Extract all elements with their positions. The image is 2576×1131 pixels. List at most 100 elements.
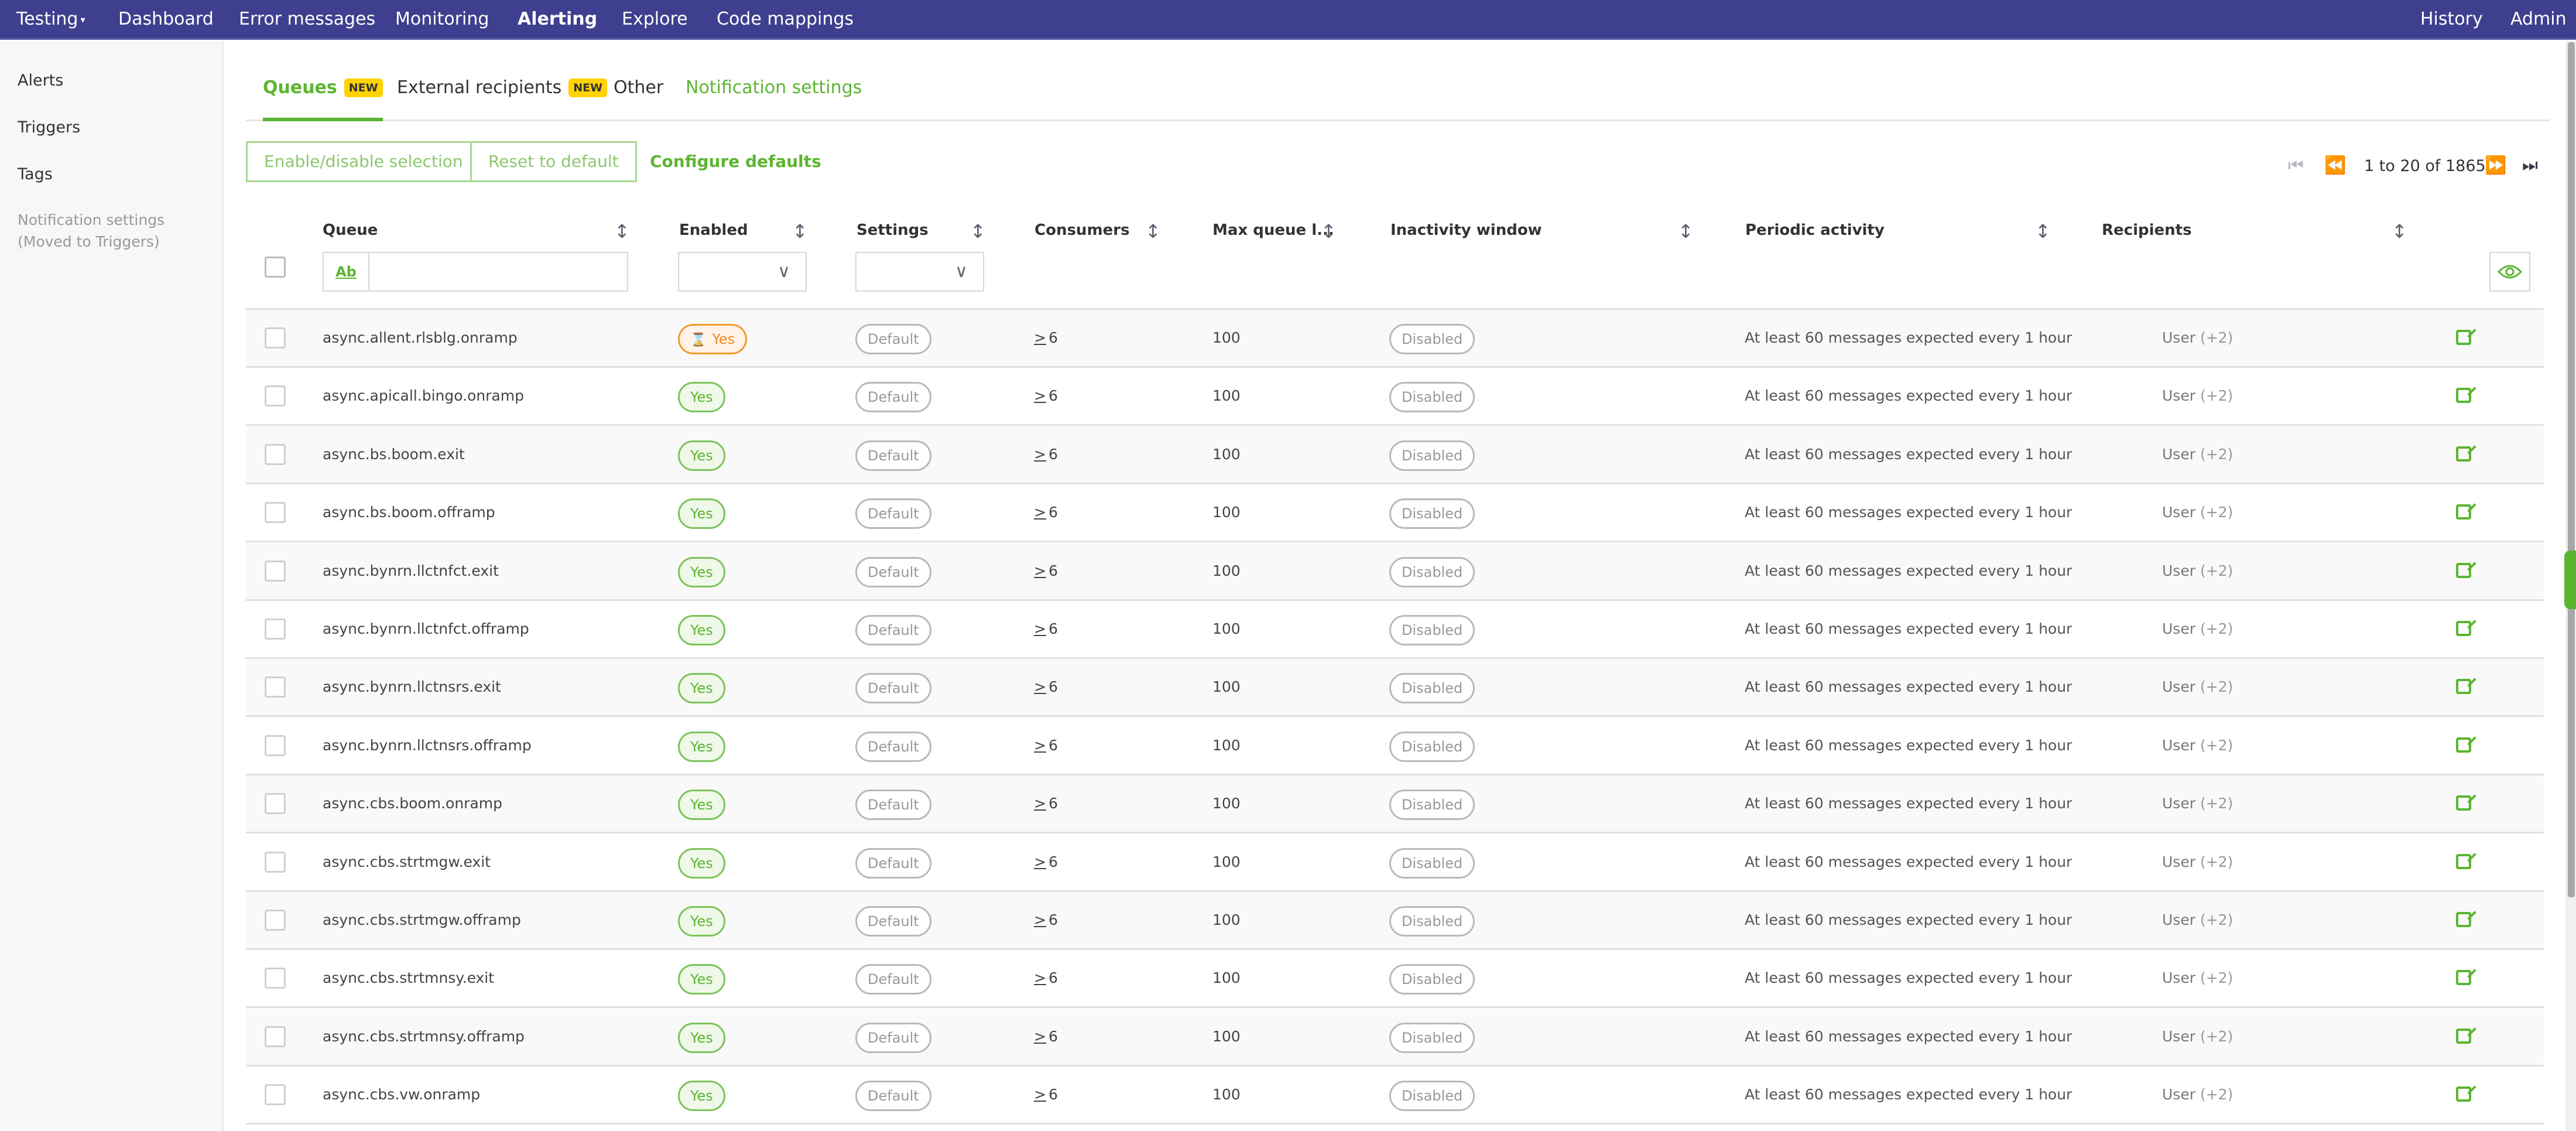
row-checkbox[interactable] (265, 676, 286, 698)
enable-disable-selection-button[interactable]: Enable/disable selection (246, 141, 481, 182)
recipients-value[interactable]: User (+2) (2162, 426, 2233, 483)
enabled-filter-dropdown[interactable]: ∨ (678, 252, 807, 292)
recipients-value[interactable]: User (+2) (2162, 601, 2233, 657)
first-page-icon[interactable]: ⏮ (2288, 155, 2304, 176)
sort-icon[interactable]: ↕ (1678, 220, 1694, 242)
nav-history[interactable]: History (2420, 0, 2483, 40)
queue-name[interactable]: async.bynrn.llctnfct.offramp (323, 601, 529, 657)
recipients-value[interactable]: User (+2) (2162, 543, 2233, 599)
recipients-value[interactable]: User (+2) (2162, 1067, 2233, 1123)
nav-code-mappings[interactable]: Code mappings (717, 0, 854, 40)
reset-to-default-button[interactable]: Reset to default (470, 141, 637, 182)
enabled-status-pill[interactable]: Yes (678, 615, 725, 645)
enabled-status-pill[interactable]: Yes (678, 731, 725, 762)
sort-icon[interactable]: ↕ (1145, 220, 1161, 242)
row-checkbox[interactable] (265, 734, 286, 756)
recipients-value[interactable]: User (+2) (2162, 717, 2233, 774)
inactivity-window-pill[interactable]: Disabled (1389, 615, 1475, 645)
inactivity-window-pill[interactable]: Disabled (1389, 1081, 1475, 1112)
queue-name[interactable]: async.apicall.bingo.onramp (323, 368, 524, 424)
recipients-value[interactable]: User (+2) (2162, 310, 2233, 366)
nav-dashboard[interactable]: Dashboard (118, 0, 214, 40)
enabled-status-pill[interactable]: Yes (678, 906, 725, 937)
sidebar-item-notification-settings[interactable]: Notification settings (Moved to Triggers… (18, 209, 165, 252)
inactivity-window-pill[interactable]: Disabled (1389, 440, 1475, 471)
enabled-status-pill[interactable]: Yes (678, 848, 725, 879)
sidebar-item-tags[interactable]: Tags (18, 165, 53, 183)
edit-icon[interactable] (2456, 1086, 2471, 1102)
recipients-value[interactable]: User (+2) (2162, 484, 2233, 541)
match-case-icon[interactable]: Ab (324, 253, 369, 291)
enabled-status-pill[interactable]: Yes (678, 440, 725, 471)
queue-name[interactable]: async.cbs.vw.onramp (323, 1067, 480, 1123)
settings-filter-dropdown[interactable]: ∨ (855, 252, 984, 292)
enabled-status-pill[interactable]: Yes (678, 498, 725, 529)
edit-icon[interactable] (2456, 562, 2471, 578)
row-checkbox[interactable] (265, 1084, 286, 1106)
inactivity-window-pill[interactable]: Disabled (1389, 790, 1475, 821)
queue-name[interactable]: async.bs.boom.exit (323, 426, 465, 483)
settings-pill[interactable]: Default (855, 440, 931, 471)
table-row[interactable]: async.apicall.bingo.onramp Yes Default >6 10… (246, 368, 2544, 426)
recipients-value[interactable]: User (+2) (2162, 950, 2233, 1006)
row-checkbox[interactable] (265, 443, 286, 465)
queue-name[interactable]: async.cbs.strtmgw.exit (323, 834, 491, 890)
edit-icon[interactable] (2456, 388, 2471, 404)
tab-other[interactable]: Other (614, 77, 663, 121)
queue-name[interactable]: async.cbs.boom.onramp (323, 775, 502, 832)
table-row[interactable]: async.cbs.strtmnsy.exit Yes Default >6 100 Di… (246, 950, 2544, 1009)
nav-error-messages[interactable]: Error messages (239, 0, 375, 40)
sort-icon[interactable]: ↕ (1321, 220, 1337, 242)
sort-icon[interactable]: ↕ (2035, 220, 2051, 242)
queue-name[interactable]: async.bynrn.llctnsrs.offramp (323, 717, 532, 774)
sort-icon[interactable]: ↕ (792, 220, 808, 242)
recipients-value[interactable]: User (+2) (2162, 892, 2233, 948)
table-row[interactable]: async.allent.rlsblg.onramp ⌛ Yes Default >6 1… (246, 310, 2544, 368)
queue-name[interactable]: async.bynrn.llctnsrs.exit (323, 659, 501, 715)
enabled-status-pill[interactable]: ⌛ Yes (678, 324, 748, 354)
column-header-periodic-activity[interactable]: Periodic activity (1745, 221, 1885, 239)
table-row[interactable]: async.bynrn.llctnsrs.exit Yes Default >6 100… (246, 659, 2544, 717)
column-header-inactivity-window[interactable]: Inactivity window (1390, 221, 1542, 239)
row-checkbox[interactable] (265, 327, 286, 348)
row-checkbox[interactable] (265, 793, 286, 815)
configure-defaults-button[interactable]: Configure defaults (650, 141, 821, 182)
recipients-value[interactable]: User (+2) (2162, 368, 2233, 424)
settings-pill[interactable]: Default (855, 906, 931, 937)
edit-icon[interactable] (2456, 970, 2471, 986)
table-row[interactable]: async.cbs.vw.onramp Yes Default >6 100 Disabl… (246, 1067, 2544, 1125)
inactivity-window-pill[interactable]: Disabled (1389, 556, 1475, 587)
feedback-side-tab[interactable] (2564, 551, 2576, 609)
column-header-recipients[interactable]: Recipients (2102, 221, 2192, 239)
edit-icon[interactable] (2456, 1028, 2471, 1044)
inactivity-window-pill[interactable]: Disabled (1389, 324, 1475, 354)
previous-page-icon[interactable]: ⏪ (2324, 155, 2346, 176)
table-row[interactable]: async.cbs.strtmgw.offramp Yes Default >6 100… (246, 892, 2544, 950)
edit-icon[interactable] (2456, 330, 2471, 345)
nav-alerting[interactable]: Alerting (518, 0, 597, 40)
scrollbar-thumb[interactable] (2568, 42, 2575, 897)
queue-name[interactable]: async.cbs.strtmnsy.offramp (323, 1009, 525, 1065)
column-header-max-queue-length[interactable]: Max queue l... (1212, 221, 1334, 239)
table-row[interactable]: async.bs.boom.offramp Yes Default >6 100 Disa… (246, 484, 2544, 543)
inactivity-window-pill[interactable]: Disabled (1389, 1022, 1475, 1053)
queue-name[interactable]: async.cbs.strtmgw.offramp (323, 892, 521, 948)
tab-external-recipients[interactable]: External recipients NEW (397, 77, 608, 121)
edit-icon[interactable] (2456, 621, 2471, 636)
select-all-checkbox[interactable] (265, 257, 286, 278)
enabled-status-pill[interactable]: Yes (678, 1081, 725, 1112)
sort-icon[interactable]: ↕ (614, 220, 630, 242)
settings-pill[interactable]: Default (855, 673, 931, 704)
edit-icon[interactable] (2456, 853, 2471, 869)
inactivity-window-pill[interactable]: Disabled (1389, 906, 1475, 937)
settings-pill[interactable]: Default (855, 790, 931, 821)
inactivity-window-pill[interactable]: Disabled (1389, 498, 1475, 529)
inactivity-window-pill[interactable]: Disabled (1389, 964, 1475, 995)
project-selector[interactable]: Testing ▾ (16, 0, 85, 40)
recipients-value[interactable]: User (+2) (2162, 775, 2233, 832)
settings-pill[interactable]: Default (855, 964, 931, 995)
edit-icon[interactable] (2456, 446, 2471, 462)
row-checkbox[interactable] (265, 1026, 286, 1047)
enabled-status-pill[interactable]: Yes (678, 556, 725, 587)
queue-name[interactable]: async.bs.boom.offramp (323, 484, 495, 541)
